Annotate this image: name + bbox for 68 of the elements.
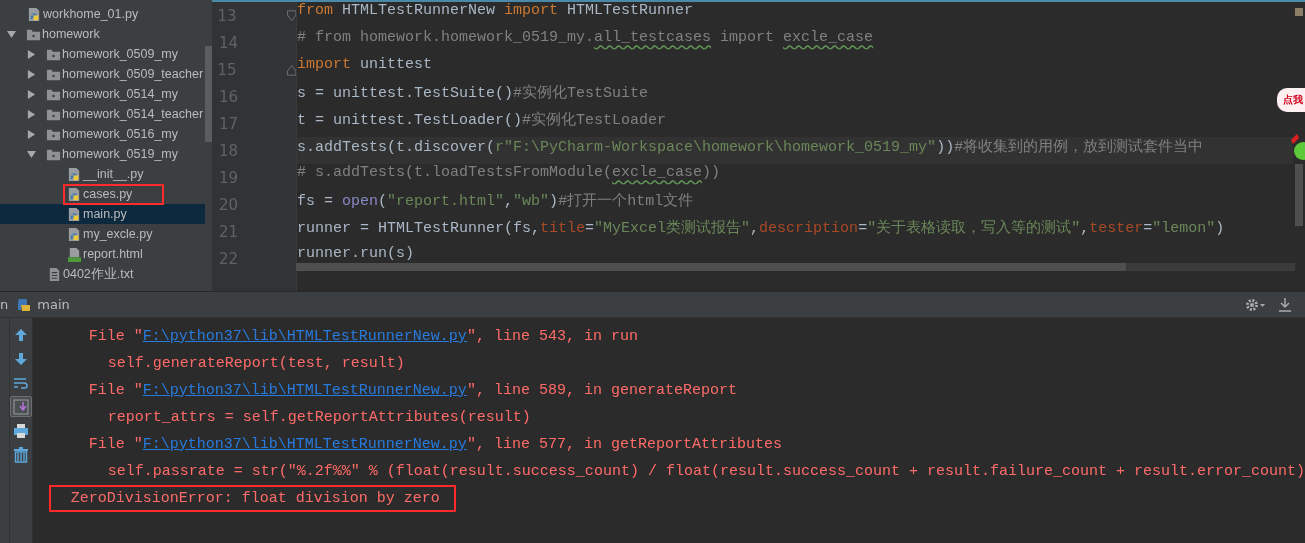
expand-arrow-icon[interactable] <box>27 149 36 159</box>
expand-arrow-icon[interactable] <box>27 109 36 119</box>
tree-item[interactable]: report.html <box>0 244 205 264</box>
scroll-to-end-icon <box>12 398 29 415</box>
tree-item[interactable]: 0402作业.txt <box>0 264 205 284</box>
expand-arrow-icon[interactable] <box>27 69 36 79</box>
code-line: from HTMLTestRunnerNew import HTMLTestRunner <box>297 2 694 21</box>
arrow-up-icon <box>13 327 28 342</box>
tree-item[interactable]: homework_0509_teacher <box>0 64 205 84</box>
status-marker-icon <box>1295 8 1303 16</box>
file-link[interactable]: F:\python37\lib\HTMLTestRunnerNew.py <box>142 328 467 345</box>
tree-item[interactable]: homework_0514_my <box>0 84 205 104</box>
pet-speech-bubble[interactable]: 点我 <box>1277 88 1305 112</box>
tree-item[interactable]: homework_0516_my <box>0 124 205 144</box>
file-link[interactable]: F:\python37\lib\HTMLTestRunnerNew.py <box>142 382 467 399</box>
tree-item[interactable]: my_excle.py <box>0 224 205 244</box>
traceback-line: File "F:\python37\lib\HTMLTestRunnerNew.py", line 577, in getReportAttributes <box>88 436 782 453</box>
fold-marker-icon[interactable] <box>286 63 296 76</box>
text-file-icon <box>47 266 62 282</box>
scrollbar-thumb[interactable] <box>205 46 212 142</box>
code-line: # s.addTests(t.loadTestsFromModule(excle_case)) <box>297 164 721 183</box>
traceback-line: File "F:\python37\lib\HTMLTestRunnerNew.py", line 543, in run <box>88 328 638 345</box>
code-line: runner.run(s) <box>297 245 415 264</box>
tree-item[interactable]: __init__.py <box>0 164 205 184</box>
tree-item[interactable]: homework_0509_my <box>0 44 205 64</box>
file-link[interactable]: F:\python37\lib\HTMLTestRunnerNew.py <box>142 436 467 453</box>
traceback-line: report_attrs = self.getReportAttributes(result) <box>107 409 531 426</box>
python-file-icon <box>67 186 82 202</box>
tree-item[interactable]: workhome_01.py <box>0 4 205 24</box>
traceback-line: self.generateReport(test, result) <box>107 355 405 372</box>
python-icon <box>16 296 33 313</box>
traceback-line: self.passrate = str("%.2f%%" % (float(result.success_count) / float(result.success_count + result.failure_count + result.error_count) <box>107 463 1305 480</box>
code-line: runner = HTMLTestRunner(fs,title="MyExcel类测试报告",description="关于表格读取，写入等的测试",tester="lemon") <box>297 218 1225 239</box>
traceback-line: File "F:\python37\lib\HTMLTestRunnerNew.py", line 589, in generateReport <box>88 382 737 399</box>
settings-icon[interactable] <box>1245 297 1265 312</box>
pet-mascot-icon[interactable] <box>1291 134 1305 160</box>
expand-arrow-icon[interactable] <box>27 49 36 59</box>
toolbar-button[interactable] <box>9 396 32 417</box>
expand-arrow-icon[interactable] <box>27 129 36 139</box>
tree-item[interactable]: main.py <box>0 204 205 224</box>
tree-item[interactable]: cases.py <box>0 184 205 204</box>
arrow-down-icon <box>13 351 28 366</box>
tree-item[interactable]: homework <box>0 24 205 44</box>
trash-icon <box>12 446 29 463</box>
printer-icon <box>12 422 29 439</box>
expand-arrow-icon[interactable] <box>7 29 16 39</box>
fold-marker-icon[interactable] <box>286 9 296 22</box>
python-file-icon <box>27 6 42 22</box>
code-line: import unittest <box>297 56 433 75</box>
python-file-icon <box>67 206 82 222</box>
code-line: t = unittest.TestLoader()#实例化TestLoader <box>297 110 667 131</box>
expand-arrow-icon[interactable] <box>27 89 36 99</box>
python-file-icon <box>67 226 82 242</box>
tree-item[interactable]: homework_0514_teacher <box>0 104 205 124</box>
soft-wrap-icon <box>12 375 29 390</box>
tree-item[interactable]: homework_0519_my <box>0 144 205 164</box>
code-line: s.addTests(t.discover(r"F:\PyCharm-Workspace\homework\homework_0519_my"))#将收集到的用例，放到测试套件当中 <box>297 137 1204 158</box>
code-line: s = unittest.TestSuite()#实例化TestSuite <box>297 83 649 104</box>
python-file-icon <box>67 166 82 182</box>
tool-window-label[interactable]: n <box>0 297 9 312</box>
code-line: fs = open("report.html","wb")#打开一个html文件 <box>297 191 694 212</box>
html-file-icon <box>67 246 82 262</box>
error-message: ZeroDivisionError: float division by zero <box>50 487 454 510</box>
highlight-box: cases.py <box>65 185 163 203</box>
scrollbar-thumb[interactable] <box>1295 164 1303 226</box>
run-config-tab[interactable]: main <box>37 297 70 312</box>
scrollbar-thumb[interactable] <box>296 263 1126 271</box>
code-line: # from homework.homework_0519_my.all_testcases import excle_case <box>297 29 874 48</box>
